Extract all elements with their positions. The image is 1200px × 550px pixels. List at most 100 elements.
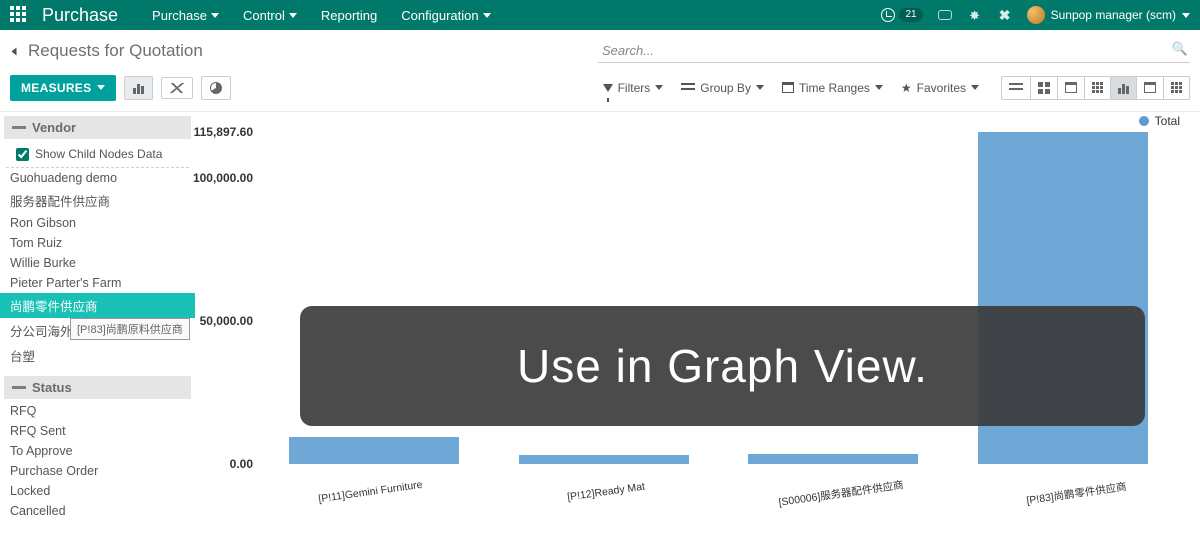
sidebar-item-vendor[interactable]: Tom Ruiz — [0, 233, 195, 253]
view-activity[interactable] — [1136, 77, 1163, 99]
chevron-down-icon — [483, 13, 491, 18]
sidebar: Vendor Show Child Nodes Data Guohuadeng … — [0, 112, 195, 550]
groupby-dropdown[interactable]: Group By — [681, 81, 764, 95]
bar[interactable] — [748, 454, 918, 464]
control-panel-top: Requests for Quotation 🔍 — [0, 30, 1200, 66]
show-child-nodes-checkbox[interactable]: Show Child Nodes Data — [6, 141, 189, 168]
measures-button[interactable]: MEASURES — [10, 75, 116, 101]
view-list[interactable] — [1002, 77, 1030, 99]
chevron-down-icon — [971, 85, 979, 90]
breadcrumb: Requests for Quotation — [10, 41, 203, 61]
tooltip: [P!83]尚鹏原料供应商 — [70, 318, 190, 340]
pie-chart-icon — [210, 82, 222, 94]
x-axis-label: [S00006]服务器配件供应商 — [724, 486, 959, 501]
sidebar-item-vendor[interactable]: 台塑 — [0, 343, 195, 368]
clock-icon — [881, 8, 895, 22]
view-pivot[interactable] — [1084, 77, 1110, 99]
chevron-down-icon — [211, 13, 219, 18]
funnel-icon — [603, 84, 613, 92]
y-axis-tick: 115,897.60 — [194, 125, 253, 139]
nav-menu-configuration[interactable]: Configuration — [401, 8, 490, 23]
user-name-label: Sunpop manager (scm) — [1051, 8, 1176, 22]
sidebar-item-vendor[interactable]: 服务器配件供应商 — [0, 188, 195, 213]
sidebar-group-vendor[interactable]: Vendor — [4, 116, 191, 139]
grid-icon — [1171, 82, 1182, 93]
sidebar-item-vendor[interactable]: 分公司海外[P!83]尚鹏原料供应商 — [0, 318, 195, 343]
main-menu: Purchase Control Reporting Configuration — [152, 8, 491, 23]
favorites-dropdown[interactable]: ★ Favorites — [901, 81, 979, 95]
sidebar-item-vendor[interactable]: 尚鹏零件供应商 — [0, 293, 195, 318]
calendar-icon — [1065, 82, 1077, 93]
view-kanban[interactable] — [1030, 77, 1057, 99]
view-graph[interactable] — [1110, 77, 1136, 99]
sidebar-item-vendor[interactable]: Ron Gibson — [0, 213, 195, 233]
pivot-icon — [1092, 82, 1103, 93]
calendar-icon — [1144, 82, 1156, 93]
chevron-down-icon — [97, 85, 105, 90]
chevron-down-icon — [1182, 13, 1190, 18]
overlay-caption: Use in Graph View. — [300, 306, 1145, 426]
page-title: Requests for Quotation — [28, 41, 203, 61]
debug-icon[interactable]: ✸ — [967, 7, 983, 23]
bar[interactable] — [519, 455, 689, 464]
calendar-icon — [782, 82, 794, 93]
sidebar-item-vendor[interactable]: Pieter Parter's Farm — [0, 273, 195, 293]
activity-clock[interactable]: 21 — [881, 8, 922, 22]
apps-menu-icon[interactable] — [10, 6, 28, 24]
chevron-down-icon — [289, 13, 297, 18]
top-navbar: Purchase Purchase Control Reporting Confi… — [0, 0, 1200, 30]
search-icon[interactable]: 🔍 — [1172, 41, 1188, 57]
checkbox-input[interactable] — [16, 148, 29, 161]
nav-menu-control[interactable]: Control — [243, 8, 297, 23]
sidebar-item-status[interactable]: Locked — [0, 481, 195, 501]
messaging-icon[interactable] — [937, 7, 953, 23]
y-axis-tick: 100,000.00 — [193, 171, 253, 185]
collapse-icon — [12, 386, 26, 389]
bar-chart-icon — [133, 82, 144, 94]
list-icon — [1009, 83, 1023, 93]
filters-dropdown[interactable]: Filters — [603, 81, 664, 95]
sidebar-item-status[interactable]: Cancelled — [0, 501, 195, 521]
sidebar-item-status[interactable]: RFQ — [0, 401, 195, 421]
line-chart-icon — [170, 83, 184, 93]
view-calendar[interactable] — [1057, 77, 1084, 99]
collapse-icon — [12, 126, 26, 129]
sidebar-item-status[interactable]: RFQ Sent — [0, 421, 195, 441]
view-grid[interactable] — [1163, 77, 1189, 99]
list-icon — [681, 83, 695, 93]
close-icon[interactable]: ✖ — [997, 7, 1013, 23]
user-menu[interactable]: Sunpop manager (scm) — [1027, 6, 1190, 24]
chart-type-bar-button[interactable] — [124, 76, 153, 100]
search-input[interactable] — [598, 39, 1190, 63]
view-switcher — [1001, 76, 1190, 100]
x-axis-label: [P!11]Gemini Furniture — [253, 486, 488, 501]
sidebar-group-status[interactable]: Status — [4, 376, 191, 399]
sidebar-item-vendor[interactable]: Willie Burke — [0, 253, 195, 273]
kanban-icon — [1038, 82, 1050, 94]
star-icon: ★ — [901, 82, 912, 94]
sidebar-item-status[interactable]: To Approve — [0, 441, 195, 461]
search-box: 🔍 — [598, 39, 1190, 63]
nav-menu-purchase[interactable]: Purchase — [152, 8, 219, 23]
chart-type-pie-button[interactable] — [201, 76, 231, 100]
sidebar-item-status[interactable]: Purchase Order — [0, 461, 195, 481]
avatar — [1027, 6, 1045, 24]
bar[interactable] — [289, 437, 459, 464]
y-axis-tick: 50,000.00 — [200, 314, 253, 328]
measures-label: MEASURES — [21, 81, 91, 95]
chevron-down-icon — [875, 85, 883, 90]
timeranges-dropdown[interactable]: Time Ranges — [782, 81, 883, 95]
app-title: Purchase — [42, 5, 118, 26]
chevron-down-icon — [655, 85, 663, 90]
activity-count-badge: 21 — [899, 8, 922, 22]
chevron-down-icon[interactable] — [12, 47, 17, 55]
control-panel-bottom: MEASURES Filters Group By Time Ranges ★ … — [0, 66, 1200, 112]
bar-chart-icon — [1118, 82, 1129, 94]
y-axis-tick: 0.00 — [230, 457, 253, 471]
chart-type-line-button[interactable] — [161, 77, 193, 99]
nav-menu-reporting[interactable]: Reporting — [321, 8, 377, 23]
chevron-down-icon — [756, 85, 764, 90]
x-axis-label: [P!83]尚鹏零件供应商 — [959, 486, 1194, 501]
x-axis-label: [P!12]Ready Mat — [488, 486, 723, 501]
sidebar-item-vendor[interactable]: Guohuadeng demo — [0, 168, 195, 188]
